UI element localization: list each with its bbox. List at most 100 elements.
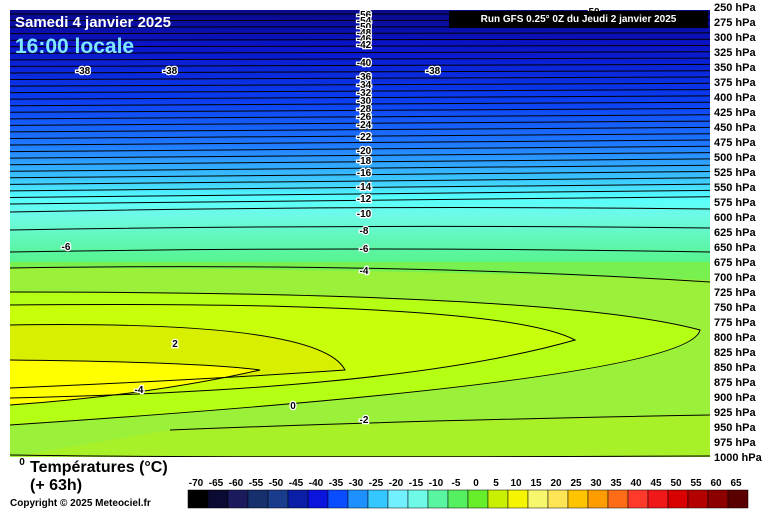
- pressure-tick-label: 975 hPa: [714, 437, 756, 449]
- colorbar-swatch: [547, 489, 569, 509]
- contour-label: -2: [360, 415, 369, 426]
- pressure-tick-label: 700 hPa: [714, 272, 756, 284]
- pressure-tick-label: 250 hPa: [714, 2, 756, 14]
- pressure-tick-label: 275 hPa: [714, 17, 756, 29]
- pressure-tick-label: 850 hPa: [714, 362, 756, 374]
- colorbar-swatch: [327, 489, 349, 509]
- contour-label: -4: [360, 266, 369, 277]
- pressure-tick-label: 475 hPa: [714, 137, 756, 149]
- forecast-local-time: 16:00 locale: [15, 35, 135, 58]
- pressure-tick-label: 450 hPa: [714, 122, 756, 134]
- colorbar-swatch: [407, 489, 429, 509]
- contour-label: -6: [360, 244, 369, 255]
- pressure-tick-label: 650 hPa: [714, 242, 756, 254]
- contour-label: -12: [357, 194, 372, 205]
- colorbar-label: -55: [249, 478, 264, 489]
- contour-label: -8: [360, 226, 369, 237]
- contour-label: -10: [357, 209, 372, 220]
- contour-label: 0: [290, 401, 296, 412]
- colorbar-swatch: [607, 489, 629, 509]
- colorbar-swatch: [527, 489, 549, 509]
- colorbar-label: -35: [329, 478, 344, 489]
- pressure-tick-label: 375 hPa: [714, 77, 756, 89]
- colorbar-label: 65: [730, 478, 742, 489]
- colorbar-label: -45: [289, 478, 304, 489]
- colorbar-label: -50: [269, 478, 284, 489]
- colorbar: -70 -65 -60 -55 -50 -45 -40 -35 -30 -25 -20 -15 -10-…: [187, 478, 749, 509]
- colorbar-label: 5: [493, 478, 499, 489]
- contour-label: -38: [426, 66, 441, 77]
- colorbar-swatch: [707, 489, 729, 509]
- colorbar-swatch: [627, 489, 649, 509]
- colorbar-swatch: [667, 489, 689, 509]
- contour-label: -4: [135, 385, 144, 396]
- pressure-axis: 250 hPa 275 hPa 300 hPa 325 hPa 350 hPa 375 h…: [714, 2, 763, 464]
- colorbar-swatch: [227, 489, 249, 509]
- colorbar-swatch: [207, 489, 229, 509]
- colorbar-label: -10: [429, 478, 444, 489]
- pressure-tick-label: 900 hPa: [714, 392, 756, 404]
- run-info: Run GFS 0.25° 0Z du Jeudi 2 janvier 2025: [449, 11, 708, 28]
- contour-label: 2: [172, 339, 178, 350]
- contour-label: -14: [357, 182, 372, 193]
- colorbar-swatch: [267, 489, 289, 509]
- pressure-tick-label: 325 hPa: [714, 47, 756, 59]
- colorbar-swatch: [647, 489, 669, 509]
- colorbar-swatch: [367, 489, 389, 509]
- colorbar-label: 0: [473, 478, 479, 489]
- colorbar-label: 25: [570, 478, 582, 489]
- pressure-tick-label: 625 hPa: [714, 227, 756, 239]
- colorbar-label: 60: [710, 478, 722, 489]
- colorbar-swatch: [467, 489, 489, 509]
- contour-label: -38: [163, 66, 178, 77]
- colorbar-swatch: [507, 489, 529, 509]
- colorbar-swatch: [447, 489, 469, 509]
- pressure-tick-label: 400 hPa: [714, 92, 756, 104]
- colorbar-label: 10: [510, 478, 522, 489]
- colorbar-label: 15: [530, 478, 542, 489]
- colorbar-swatch: [727, 489, 749, 509]
- colorbar-label: 40: [630, 478, 642, 489]
- copyright: Copyright © 2025 Meteociel.fr: [10, 498, 151, 509]
- colorbar-label: -40: [309, 478, 324, 489]
- pressure-tick-label: 950 hPa: [714, 422, 756, 434]
- colorbar-swatch: [687, 489, 709, 509]
- pressure-tick-label: 350 hPa: [714, 62, 756, 74]
- colorbar-swatch: [247, 489, 269, 509]
- pressure-tick-label: 825 hPa: [714, 347, 756, 359]
- colorbar-label: -20: [389, 478, 404, 489]
- colorbar-label: -5: [452, 478, 461, 489]
- forecast-date: Samedi 4 janvier 2025: [15, 14, 171, 31]
- pressure-tick-label: 925 hPa: [714, 407, 756, 419]
- colorbar-label: -70: [189, 478, 204, 489]
- colorbar-swatch: [427, 489, 449, 509]
- pressure-tick-label: 800 hPa: [714, 332, 756, 344]
- contour-label: -22: [357, 132, 372, 143]
- pressure-tick-label: 875 hPa: [714, 377, 756, 389]
- colorbar-label: -15: [409, 478, 424, 489]
- colorbar-swatch: [307, 489, 329, 509]
- contour-label: -38: [76, 66, 91, 77]
- pressure-tick-label: 725 hPa: [714, 287, 756, 299]
- variable-title: Températures (°C): [30, 459, 168, 476]
- contour-label: -40: [357, 58, 372, 69]
- colorbar-label: -25: [369, 478, 384, 489]
- contour-label: -42: [357, 40, 372, 51]
- contour-label: -18: [357, 156, 372, 167]
- colorbar-label: 20: [550, 478, 562, 489]
- pressure-tick-label: 600 hPa: [714, 212, 756, 224]
- colorbar-label: -30: [349, 478, 364, 489]
- pressure-tick-label: 425 hPa: [714, 107, 756, 119]
- pressure-tick-label: 525 hPa: [714, 167, 756, 179]
- pressure-tick-label: 775 hPa: [714, 317, 756, 329]
- colorbar-swatch: [587, 489, 609, 509]
- contour-label: -16: [357, 168, 372, 179]
- colorbar-label: 45: [650, 478, 662, 489]
- colorbar-label: -60: [229, 478, 244, 489]
- colorbar-label: 30: [590, 478, 602, 489]
- contour-label: 0: [19, 457, 25, 468]
- forecast-lead: (+ 63h): [30, 477, 83, 494]
- contour-label: -24: [357, 120, 372, 131]
- pressure-tick-label: 550 hPa: [714, 182, 756, 194]
- pressure-tick-label: 300 hPa: [714, 32, 756, 44]
